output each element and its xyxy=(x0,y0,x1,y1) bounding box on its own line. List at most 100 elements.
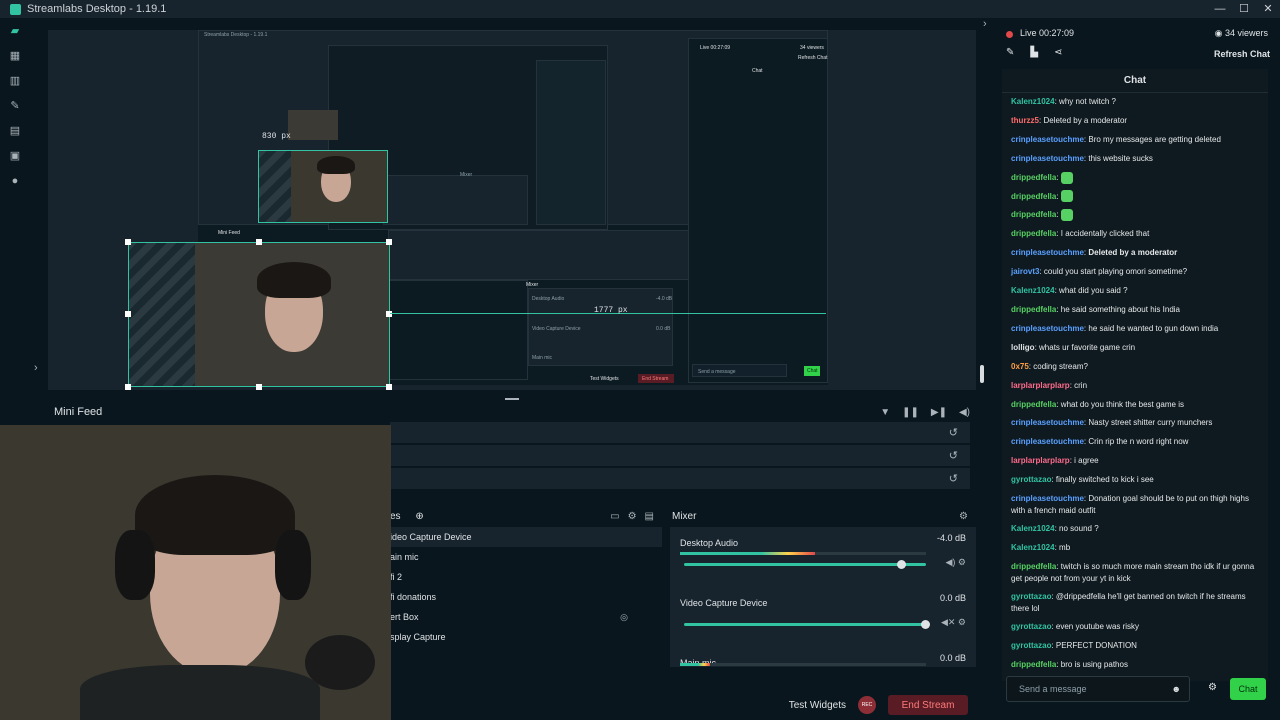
source-item[interactable]: fi donations xyxy=(390,587,662,607)
chat-username[interactable]: crinpleasetouchme xyxy=(1011,154,1084,163)
replay-icon[interactable]: ↺ xyxy=(949,426,958,439)
speaker-muted-icon[interactable]: ◀✕ xyxy=(941,617,955,627)
selection-box-mid[interactable] xyxy=(258,150,388,223)
record-icon[interactable]: ● xyxy=(0,168,30,193)
replay-icon[interactable]: ↺ xyxy=(949,472,958,485)
chat-username[interactable]: drippedfella xyxy=(1011,305,1056,314)
chat-username[interactable]: crinpleasetouchme xyxy=(1011,248,1084,257)
source-settings-icon[interactable]: ⚙ xyxy=(628,511,637,522)
resize-handle-bl[interactable] xyxy=(125,384,131,390)
chat-username[interactable]: drippedfella xyxy=(1011,210,1056,219)
mixer-settings-icon[interactable]: ⚙ xyxy=(959,511,968,522)
resize-handle-l[interactable] xyxy=(125,311,131,317)
skip-icon[interactable]: ▶❚ xyxy=(931,407,947,418)
visibility-hidden-icon[interactable]: ◎ xyxy=(620,607,628,627)
chat-username[interactable]: gyrottazao xyxy=(1011,622,1051,631)
themes-icon[interactable]: ✎ xyxy=(0,93,30,118)
selection-box-main[interactable] xyxy=(128,242,390,387)
test-widgets-button[interactable]: Test Widgets xyxy=(789,700,846,711)
resize-handle-br[interactable] xyxy=(386,384,392,390)
close-button[interactable]: ✕ xyxy=(1256,0,1280,18)
source-item[interactable]: fi 2 xyxy=(390,567,662,587)
source-item[interactable]: ain mic xyxy=(390,547,662,567)
chat-username[interactable]: crinpleasetouchme xyxy=(1011,494,1084,503)
chat-username[interactable]: gyrottazao xyxy=(1011,475,1051,484)
chat-username[interactable]: lolligo xyxy=(1011,343,1035,352)
nested-video-capture: Video Capture Device xyxy=(532,326,581,332)
live-timer: 00:27:09 xyxy=(1039,28,1075,38)
chat-username[interactable]: thurzz5 xyxy=(1011,116,1039,125)
share-icon[interactable]: ⋖ xyxy=(1054,47,1062,58)
chat-message: Kalenz1024: mb xyxy=(1002,539,1268,558)
chat-username[interactable]: Kalenz1024 xyxy=(1011,97,1055,106)
chat-username[interactable]: drippedfella xyxy=(1011,562,1056,571)
chat-username[interactable]: crinpleasetouchme xyxy=(1011,418,1084,427)
pause-icon[interactable]: ❚❚ xyxy=(902,407,919,418)
volume-icon[interactable]: ◀) xyxy=(959,407,970,418)
chat-username[interactable]: drippedfella xyxy=(1011,400,1056,409)
chat-username[interactable]: 0x75 xyxy=(1011,362,1029,371)
record-button[interactable]: REC xyxy=(858,696,876,714)
speaker-icon[interactable]: ◀) xyxy=(945,557,955,567)
add-folder-icon[interactable]: ▤ xyxy=(645,511,654,522)
chat-input-placeholder: Send a message xyxy=(1019,684,1087,694)
studio-mode-icon[interactable]: ▙ xyxy=(1030,47,1038,58)
source-folder-icon[interactable]: ▭ xyxy=(610,511,619,522)
chat-username[interactable]: crinpleasetouchme xyxy=(1011,437,1084,446)
minimize-button[interactable]: — xyxy=(1208,0,1232,18)
highlighter-icon[interactable]: ▣ xyxy=(0,143,30,168)
resize-handle-tl[interactable] xyxy=(125,239,131,245)
resize-handle-t[interactable] xyxy=(256,239,262,245)
editor-icon[interactable]: ▰ xyxy=(0,18,30,43)
chat-username[interactable]: Kalenz1024 xyxy=(1011,286,1055,295)
emoji-icon[interactable]: ☻ xyxy=(1172,677,1181,701)
chat-username[interactable]: drippedfella xyxy=(1011,192,1056,201)
chat-username[interactable]: drippedfella xyxy=(1011,660,1056,669)
stream-preview[interactable]: Streamlabs Desktop - 1.19.1 Mixer Mini F… xyxy=(48,30,976,390)
volume-knob[interactable] xyxy=(921,620,930,629)
source-item[interactable]: ideo Capture Device xyxy=(390,527,662,547)
chat-username[interactable]: drippedfella xyxy=(1011,173,1056,182)
refresh-chat-button[interactable]: Refresh Chat xyxy=(1214,49,1270,59)
source-item[interactable]: splay Capture xyxy=(390,627,662,647)
audio-settings-icon[interactable]: ⚙ xyxy=(958,557,966,567)
chat-username[interactable]: crinpleasetouchme xyxy=(1011,135,1084,144)
mixer-panel: Mixer ⚙ Desktop Audio -4.0 dB ◀) ⚙ Video… xyxy=(670,505,976,685)
chat-username[interactable]: jairovt3 xyxy=(1011,267,1039,276)
collapse-chat-chevron-icon[interactable]: › xyxy=(983,18,987,30)
resize-handle-tr[interactable] xyxy=(386,239,392,245)
chat-username[interactable]: larplarplarplarp xyxy=(1011,456,1070,465)
app-store-icon[interactable]: ▤ xyxy=(0,118,30,143)
chat-username[interactable]: crinpleasetouchme xyxy=(1011,324,1084,333)
maximize-button[interactable]: ☐ xyxy=(1232,0,1256,18)
source-item[interactable]: ert Box ◎ xyxy=(390,607,662,627)
mixer-row: Main mic 0.0 dB xyxy=(670,647,976,668)
replay-icon[interactable]: ↺ xyxy=(949,449,958,462)
volume-knob[interactable] xyxy=(896,560,906,569)
chat-input[interactable]: Send a message ☻ xyxy=(1006,676,1190,702)
nested-refresh: Refresh Chat xyxy=(798,55,828,61)
layout-icon[interactable]: ▦ xyxy=(0,43,30,68)
chat-username[interactable]: gyrottazao xyxy=(1011,641,1051,650)
chat-username[interactable]: larplarplarplarp xyxy=(1011,381,1070,390)
end-stream-button[interactable]: End Stream xyxy=(888,695,968,715)
chat-text: crin xyxy=(1074,380,1088,390)
volume-slider[interactable] xyxy=(684,620,930,629)
chat-username[interactable]: Kalenz1024 xyxy=(1011,524,1055,533)
edit-stream-icon[interactable]: ✎ xyxy=(1006,47,1014,58)
chat-settings-icon[interactable]: ⚙ xyxy=(1208,682,1217,693)
studio-icon[interactable]: ▥ xyxy=(0,68,30,93)
chat-username[interactable]: gyrottazao xyxy=(1011,592,1051,601)
resize-handle-b[interactable] xyxy=(256,384,262,390)
add-source-icon[interactable]: ⊕ xyxy=(415,511,423,522)
filter-icon[interactable]: ▼ xyxy=(880,407,890,418)
resize-handle-r[interactable] xyxy=(386,311,392,317)
chat-username[interactable]: drippedfella xyxy=(1011,229,1056,238)
chat-send-button[interactable]: Chat xyxy=(1230,678,1266,700)
chat-text: PERFECT DONATION xyxy=(1055,640,1137,650)
audio-settings-icon[interactable]: ⚙ xyxy=(958,617,966,627)
chevron-right-icon[interactable]: › xyxy=(34,362,38,374)
volume-slider[interactable] xyxy=(684,560,926,569)
chat-username[interactable]: Kalenz1024 xyxy=(1011,543,1055,552)
editor-scrollbar[interactable] xyxy=(980,365,984,383)
